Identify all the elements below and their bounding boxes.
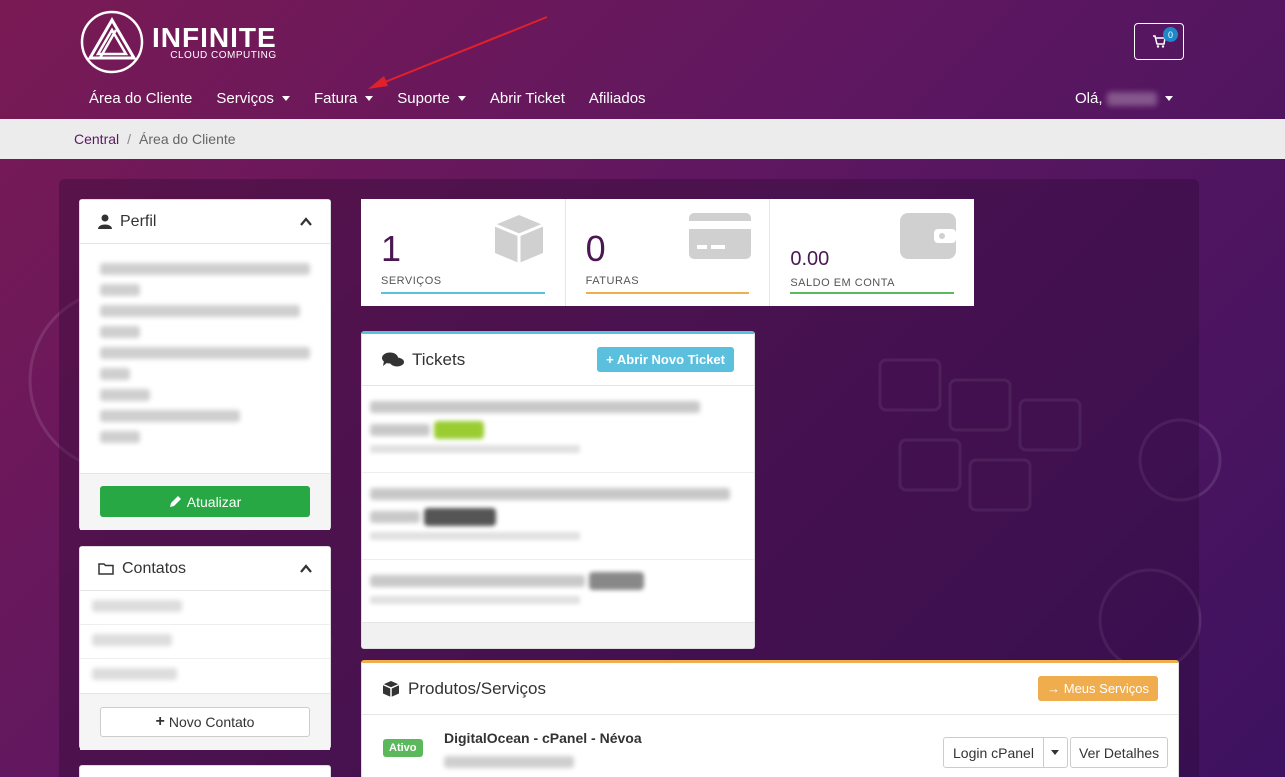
nav-label: Suporte [397,90,450,107]
stat-balance[interactable]: 0.00 SALDO EM CONTA [770,199,974,306]
product-domain-redacted [444,756,574,768]
stat-services[interactable]: 1 SERVIÇOS [361,199,566,306]
contacts-list-redacted [80,591,330,693]
stat-label: FATURAS [585,275,640,287]
nav-label: Abrir Ticket [489,90,565,107]
open-new-ticket-button[interactable]: + Abrir Novo Ticket [597,347,734,372]
update-label: Atualizar [186,493,242,510]
new-contact-button[interactable]: + Novo Contato [100,707,310,737]
arrow-right-icon: → [1047,681,1064,696]
user-menu[interactable]: Olá, [1075,90,1173,107]
folder-icon [98,563,114,575]
logo-triangle-icon [80,10,144,74]
new-contact-label: Novo Contato [168,714,255,730]
contacts-title: Contatos [122,559,187,577]
stat-underline [585,292,750,294]
login-cpanel-button[interactable]: Login cPanel [943,737,1068,768]
contact-item[interactable] [80,625,330,659]
stat-label: SERVIÇOS [381,275,442,287]
brand-title: INFINITE [152,21,277,53]
contact-item[interactable] [80,659,330,693]
my-services-button[interactable]: → Meus Serviços [1038,676,1158,701]
tickets-card-header: Tickets + Abrir Novo Ticket [362,334,754,386]
tickets-card-footer [362,622,754,648]
products-card: Produtos/Serviços → Meus Serviços Ativo … [361,660,1179,777]
profile-card-footer: Atualizar [80,473,330,530]
view-details-button[interactable]: Ver Detalhes [1070,737,1169,768]
nav-label: Serviços [216,90,274,107]
my-services-label: Meus Serviços [1063,681,1149,696]
comments-icon [382,352,404,366]
nav-item-billing[interactable]: Fatura [313,90,374,107]
stat-underline [381,292,545,294]
profile-details-redacted [80,244,330,473]
ticket-status-badge [589,572,644,590]
nav-label: Área do Cliente [89,90,193,107]
plus-icon: + [155,713,165,730]
view-details-label: Ver Detalhes [1079,744,1160,761]
ticket-item[interactable] [362,473,754,560]
cube-icon [382,680,400,697]
status-badge: Ativo [383,739,423,757]
caret-down-icon [457,96,466,101]
collapsed-card [79,765,331,777]
update-profile-button[interactable]: Atualizar [100,486,310,517]
breadcrumb-home-link[interactable]: Central [74,131,119,147]
nav-item-client-area[interactable]: Área do Cliente [89,90,192,107]
login-dropdown-toggle[interactable] [1042,738,1067,767]
products-title: Produtos/Serviços [408,678,546,698]
annotation-arrow-icon [368,16,548,89]
contacts-card-header[interactable]: Contatos [80,547,330,591]
contact-item[interactable] [80,591,330,625]
contacts-card: Contatos + Novo Contato [79,546,331,750]
site-header: INFINITE CLOUD COMPUTING 0 Área do Clien… [0,0,1285,119]
tickets-title: Tickets [412,349,466,369]
stat-invoices[interactable]: 0 FATURAS [566,199,771,306]
caret-down-icon [365,96,374,101]
caret-down-icon [1164,96,1173,101]
stat-label: SALDO EM CONTA [790,277,895,289]
tickets-card: Tickets + Abrir Novo Ticket [361,331,755,649]
nav-item-services[interactable]: Serviços [216,90,290,107]
credit-card-icon [689,213,752,259]
pencil-icon [169,496,181,507]
profile-card-header[interactable]: Perfil [80,200,330,244]
chevron-up-icon[interactable] [300,216,312,228]
cart-button[interactable]: 0 [1134,23,1184,60]
breadcrumb-separator: / [127,131,132,147]
box-icon [494,215,544,263]
product-row[interactable]: Ativo DigitalOcean - cPanel - Névoa Logi… [362,715,1178,777]
wallet-icon [900,213,957,259]
profile-title: Perfil [120,212,157,230]
chevron-up-icon[interactable] [300,563,312,575]
login-cpanel-label: Login cPanel [953,744,1034,761]
nav-label: Afiliados [588,90,646,107]
nav-item-support[interactable]: Suporte [397,90,466,107]
open-new-ticket-label: Abrir Novo Ticket [616,352,725,367]
cart-count-badge: 0 [1163,27,1178,42]
caret-down-icon [281,96,290,101]
plus-icon: + [606,352,617,367]
main-nav: Área do Cliente Serviços Fatura Suporte … [89,90,670,107]
nav-item-open-ticket[interactable]: Abrir Ticket [490,90,565,107]
breadcrumb-current: Área do Cliente [139,131,236,147]
product-name: DigitalOcean - cPanel - Névoa [444,730,642,746]
user-icon [98,214,112,229]
nav-item-affiliates[interactable]: Afiliados [589,90,646,107]
user-greeting: Olá, [1075,90,1103,107]
stat-underline [790,292,955,294]
caret-down-icon [1051,750,1060,755]
profile-card: Perfil Atualizar [79,199,331,530]
user-name-redacted [1106,91,1157,106]
breadcrumb: Central / Área do Cliente [0,119,1285,159]
stats-panel: 1 SERVIÇOS 0 FATURAS 0.00 SALDO EM CONTA [361,199,974,306]
brand-subtitle: CLOUD COMPUTING [170,49,277,61]
ticket-status-badge [424,508,496,526]
nav-label: Fatura [313,90,358,107]
products-card-header: Produtos/Serviços → Meus Serviços [362,663,1178,715]
contacts-card-footer: + Novo Contato [80,693,330,750]
ticket-item[interactable] [362,386,754,473]
ticket-status-badge [434,421,484,439]
brand-logo[interactable]: INFINITE CLOUD COMPUTING [80,10,277,74]
